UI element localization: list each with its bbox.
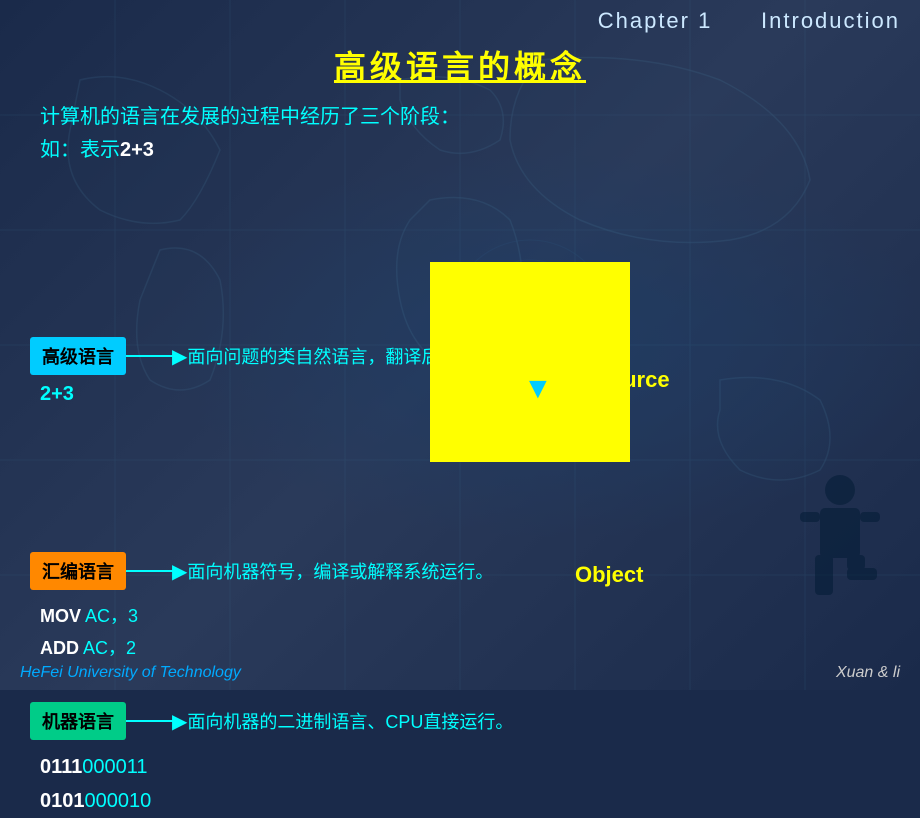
high-level-code-value: 2+3 — [40, 383, 74, 405]
asm-arrow: ▶ — [126, 559, 187, 584]
machine-row: 机器语言 ▶ 面向机器的二进制语言、CPU直接运行。 — [30, 702, 513, 740]
machine-code-line1: 0111000011 — [40, 750, 513, 784]
source-to-object-arrow: ▼ — [523, 372, 553, 406]
source-object-box — [430, 262, 630, 462]
footer-university: HeFei University of Technology — [20, 664, 241, 682]
asm-desc: 面向机器符号，编译或解释系统运行。 — [187, 558, 493, 584]
asm-section: 汇编语言 ▶ 面向机器符号，编译或解释系统运行。 MOV AC，3 ADD AC… — [30, 552, 493, 665]
machine-code-line2-bold: 0101 — [40, 790, 85, 812]
asm-code-line1: MOV AC，3 — [40, 600, 493, 632]
machine-code-line1-bold: 0111 — [40, 756, 82, 778]
asm-code-line1-keyword: MOV — [40, 606, 81, 626]
machine-desc: 面向机器的二进制语言、CPU直接运行。 — [187, 708, 513, 734]
intro-line2: 如：表示2+3 — [40, 133, 920, 162]
machine-section: 机器语言 ▶ 面向机器的二进制语言、CPU直接运行。 0111000011 01… — [30, 702, 513, 818]
asm-code-line1-rest: AC，3 — [81, 606, 138, 626]
machine-code-line1-rest: 000011 — [82, 756, 147, 778]
asm-code-line2-keyword: ADD — [40, 638, 79, 658]
machine-arrow: ▶ — [126, 709, 187, 734]
high-level-row: 高级语言 ▶ 面向问题的类自然语言，翻译后运行。 — [30, 337, 493, 375]
high-level-box: 高级语言 — [30, 337, 126, 375]
source-label: Source — [595, 367, 670, 393]
header: Chapter 1 Introduction — [0, 0, 920, 34]
intro-line2-prefix: 如：表示 — [40, 139, 120, 161]
asm-code: MOV AC，3 ADD AC，2 — [40, 600, 493, 665]
asm-code-line2-rest: AC，2 — [79, 638, 136, 658]
asm-row: 汇编语言 ▶ 面向机器符号，编译或解释系统运行。 — [30, 552, 493, 590]
asm-box: 汇编语言 — [30, 552, 126, 590]
machine-code-line2-rest: 000010 — [85, 790, 152, 812]
high-level-section: 高级语言 ▶ 面向问题的类自然语言，翻译后运行。 2+3 — [30, 337, 493, 406]
object-label: Object — [575, 562, 643, 588]
main-content: Chapter 1 Introduction 高级语言的概念 计算机的语言在发展… — [0, 0, 920, 690]
section-label: Introduction — [761, 8, 900, 33]
main-title: 高级语言的概念 — [0, 42, 920, 88]
footer-author: Xuan & li — [836, 664, 900, 682]
intro-line2-bold: 2+3 — [120, 139, 154, 161]
machine-code: 0111000011 0101000010 — [40, 750, 513, 818]
high-level-code: 2+3 — [40, 383, 493, 406]
intro-line1: 计算机的语言在发展的过程中经历了三个阶段： — [40, 100, 920, 129]
footer: HeFei University of Technology Xuan & li — [0, 664, 920, 682]
high-level-arrow: ▶ — [126, 344, 187, 369]
chapter-label: Chapter 1 — [598, 8, 713, 33]
machine-code-line2: 0101000010 — [40, 784, 513, 818]
machine-box: 机器语言 — [30, 702, 126, 740]
asm-code-line2: ADD AC，2 — [40, 632, 493, 664]
